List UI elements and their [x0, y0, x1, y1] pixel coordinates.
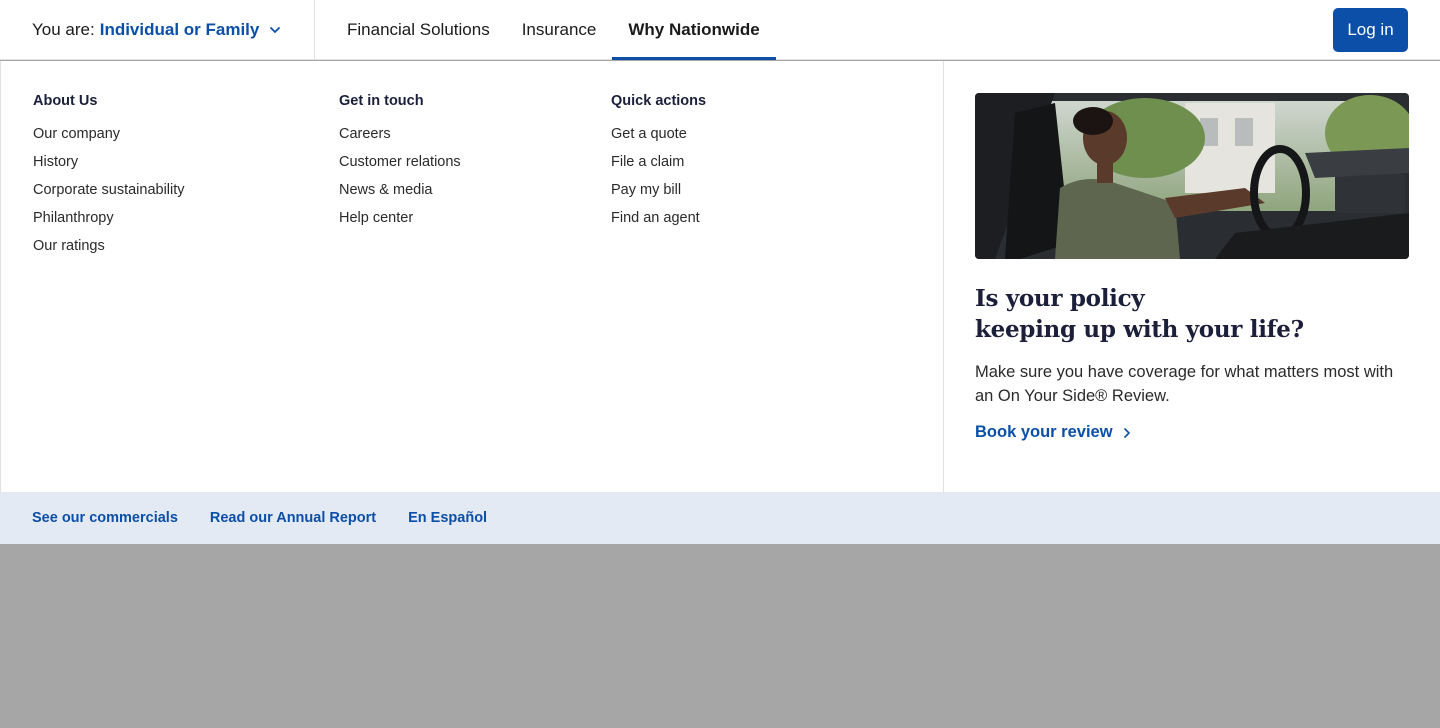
header-divider [314, 0, 315, 60]
menu-link-corporate-sustainability[interactable]: Corporate sustainability [33, 182, 185, 210]
menu-link-customer-relations[interactable]: Customer relations [339, 154, 461, 182]
menu-link-our-company[interactable]: Our company [33, 126, 185, 154]
top-navigation-bar: You are: Individual or Family Financial … [0, 0, 1440, 60]
menu-link-pay-my-bill[interactable]: Pay my bill [611, 182, 706, 210]
footer-link-commercials[interactable]: See our commercials [32, 510, 178, 526]
menu-link-careers[interactable]: Careers [339, 126, 461, 154]
book-review-link[interactable]: Book your review [975, 423, 1131, 442]
woman-driving-car-photo [975, 93, 1409, 259]
audience-prefix: You are: [32, 20, 95, 39]
menu-link-news-media[interactable]: News & media [339, 182, 461, 210]
main-nav: Financial Solutions Insurance Why Nation… [331, 0, 776, 60]
chevron-right-icon [1123, 427, 1130, 438]
promo-body: Make sure you have coverage for what mat… [975, 363, 1394, 405]
promo-title-line-2: keeping up with your life? [975, 316, 1304, 343]
menu-link-find-an-agent[interactable]: Find an agent [611, 210, 706, 238]
footer-link-annual-report[interactable]: Read our Annual Report [210, 510, 376, 526]
column-heading: Get in touch [339, 93, 424, 109]
cta-label: Book your review [975, 423, 1113, 441]
audience-selector[interactable]: You are: Individual or Family [32, 0, 281, 60]
nav-financial-solutions[interactable]: Financial Solutions [331, 0, 506, 60]
nav-insurance[interactable]: Insurance [506, 0, 613, 60]
menu-link-get-a-quote[interactable]: Get a quote [611, 126, 706, 154]
promo-title-line-1: Is your policy [975, 285, 1145, 312]
menu-column-quick-actions: Quick actions Get a quote File a claim P… [611, 93, 706, 238]
promo-card: Is your policy keeping up with your life… [975, 93, 1409, 442]
menu-link-file-a-claim[interactable]: File a claim [611, 154, 706, 182]
mega-menu-footer: See our commercials Read our Annual Repo… [0, 492, 1440, 544]
panel-divider [943, 61, 944, 492]
login-button[interactable]: Log in [1333, 8, 1408, 52]
mega-menu-panel: About Us Our company History Corporate s… [0, 61, 1440, 492]
menu-column-about-us: About Us Our company History Corporate s… [33, 93, 185, 266]
column-heading: About Us [33, 93, 98, 109]
menu-link-help-center[interactable]: Help center [339, 210, 461, 238]
menu-link-philanthropy[interactable]: Philanthropy [33, 210, 185, 238]
column-heading: Quick actions [611, 93, 707, 109]
footer-link-espanol[interactable]: En Español [408, 510, 487, 526]
audience-value: Individual or Family [99, 20, 260, 39]
menu-link-history[interactable]: History [33, 154, 185, 182]
nav-why-nationwide[interactable]: Why Nationwide [612, 0, 776, 60]
promo-title: Is your policy keeping up with your life… [975, 283, 1409, 345]
chevron-down-icon [270, 27, 281, 33]
menu-link-our-ratings[interactable]: Our ratings [33, 238, 185, 266]
menu-column-get-in-touch: Get in touch Careers Customer relations … [339, 93, 461, 238]
